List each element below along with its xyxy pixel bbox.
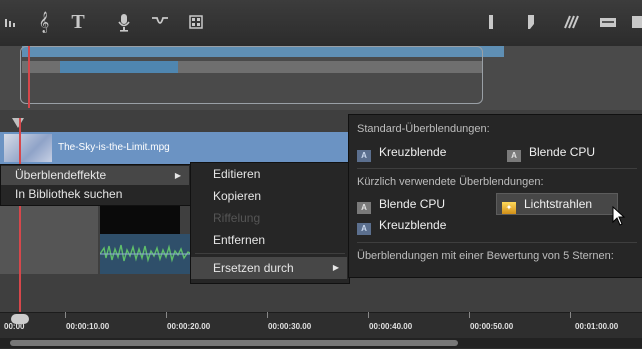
recent-transitions-heading: Kürzlich verwendete Überblendungen: bbox=[357, 176, 544, 188]
transition-icon[interactable] bbox=[150, 10, 170, 34]
video-clip[interactable] bbox=[0, 132, 360, 164]
menu-item-search-library[interactable]: In Bibliothek suchen bbox=[1, 185, 189, 204]
playhead-handle[interactable] bbox=[11, 314, 29, 324]
ruler-label: 00:01:00.00 bbox=[575, 322, 619, 331]
ruler-tick bbox=[267, 312, 268, 318]
panel-separator bbox=[357, 168, 637, 169]
music-note-icon[interactable]: 𝄞 bbox=[36, 10, 52, 34]
submenu-arrow-icon: ▶ bbox=[332, 263, 339, 272]
track-clip[interactable] bbox=[0, 206, 98, 274]
transition-a-icon: A bbox=[357, 150, 371, 162]
light-rays-icon: ✦ bbox=[502, 202, 516, 214]
marker-icon[interactable] bbox=[486, 10, 496, 34]
timeline-playhead[interactable] bbox=[19, 118, 21, 318]
transition-a-icon: A bbox=[357, 202, 371, 214]
menu-item-label: Ersetzen durch bbox=[213, 261, 294, 275]
transition-item-crossfade[interactable]: A Kreuzblende bbox=[357, 142, 446, 162]
transition-item-light-rays[interactable]: ✦ Lichtstrahlen bbox=[502, 194, 592, 214]
menu-item-replace-with[interactable]: Ersetzen durch ▶ bbox=[191, 257, 347, 279]
menu-item-ripple: Riffelung bbox=[213, 211, 261, 225]
audio-levels-icon[interactable] bbox=[4, 10, 18, 34]
ruler-label: 00:00:10.00 bbox=[66, 322, 110, 331]
context-menu: Überblendeffekte ▶ In Bibliothek suchen bbox=[0, 164, 192, 206]
overview-viewport-window[interactable] bbox=[20, 46, 483, 104]
transition-item-crossfade-recent[interactable]: A Kreuzblende bbox=[357, 215, 446, 235]
standard-transitions-heading: Standard-Überblendungen: bbox=[357, 123, 490, 135]
ruler-tick bbox=[469, 312, 470, 318]
menu-item-label: In Bibliothek suchen bbox=[15, 187, 123, 201]
panel-separator bbox=[357, 242, 637, 243]
ruler-tick bbox=[570, 312, 571, 318]
transition-a-icon: A bbox=[507, 150, 521, 162]
menu-item-copy[interactable]: Kopieren bbox=[191, 185, 347, 207]
menu-item-label: Überblendeffekte bbox=[15, 168, 107, 182]
menu-item-edit[interactable]: Editieren bbox=[191, 163, 347, 185]
timeline-marker-icon[interactable] bbox=[12, 118, 24, 128]
ruler-tick bbox=[65, 312, 66, 318]
menu-item-remove[interactable]: Entfernen bbox=[191, 229, 347, 251]
ruler-tick bbox=[166, 312, 167, 318]
menu-item-transitions[interactable]: Überblendeffekte ▶ bbox=[1, 166, 189, 185]
menu-separator bbox=[195, 253, 345, 254]
split-icon[interactable] bbox=[562, 10, 582, 34]
transition-label: Kreuzblende bbox=[379, 218, 447, 232]
transition-label: Blende CPU bbox=[529, 145, 596, 159]
ruler-label: 00:00:40.00 bbox=[369, 322, 413, 331]
transition-a-icon: A bbox=[357, 223, 371, 235]
ruler-label: 00:00:20.00 bbox=[167, 322, 211, 331]
ruler-label: 00:00:30.00 bbox=[268, 322, 312, 331]
mouse-cursor-icon bbox=[612, 205, 626, 229]
clip-name: The-Sky-is-the-Limit.mpg bbox=[58, 142, 170, 153]
transition-submenu: Editieren Kopieren Riffelung Entfernen E… bbox=[190, 162, 350, 284]
transition-item-fade-cpu[interactable]: A Blende CPU bbox=[507, 142, 595, 162]
clip-thumbnail bbox=[4, 134, 52, 162]
text-title-icon[interactable]: T bbox=[68, 10, 88, 34]
flag-icon[interactable] bbox=[526, 10, 536, 34]
toolbar bbox=[0, 0, 642, 47]
audio-waveform[interactable] bbox=[100, 234, 192, 274]
grid-icon[interactable] bbox=[188, 10, 204, 34]
scrollbar-thumb[interactable] bbox=[10, 340, 458, 346]
submenu-arrow-icon: ▶ bbox=[174, 171, 181, 180]
transition-label: Lichtstrahlen bbox=[524, 197, 593, 211]
overview-playhead[interactable] bbox=[28, 46, 30, 108]
keyboard-icon[interactable] bbox=[598, 10, 618, 34]
rated-transitions-heading: Überblendungen mit einer Bewertung von 5… bbox=[357, 250, 614, 262]
transition-item-fade-cpu-recent[interactable]: A Blende CPU bbox=[357, 194, 445, 214]
more-icon[interactable] bbox=[630, 10, 642, 34]
ruler-tick bbox=[368, 312, 369, 318]
video-clip-dark[interactable] bbox=[100, 206, 180, 234]
transition-label: Kreuzblende bbox=[379, 145, 447, 159]
ruler-label: 00:00:50.00 bbox=[470, 322, 514, 331]
microphone-icon[interactable] bbox=[116, 10, 132, 34]
transition-label: Blende CPU bbox=[379, 197, 446, 211]
